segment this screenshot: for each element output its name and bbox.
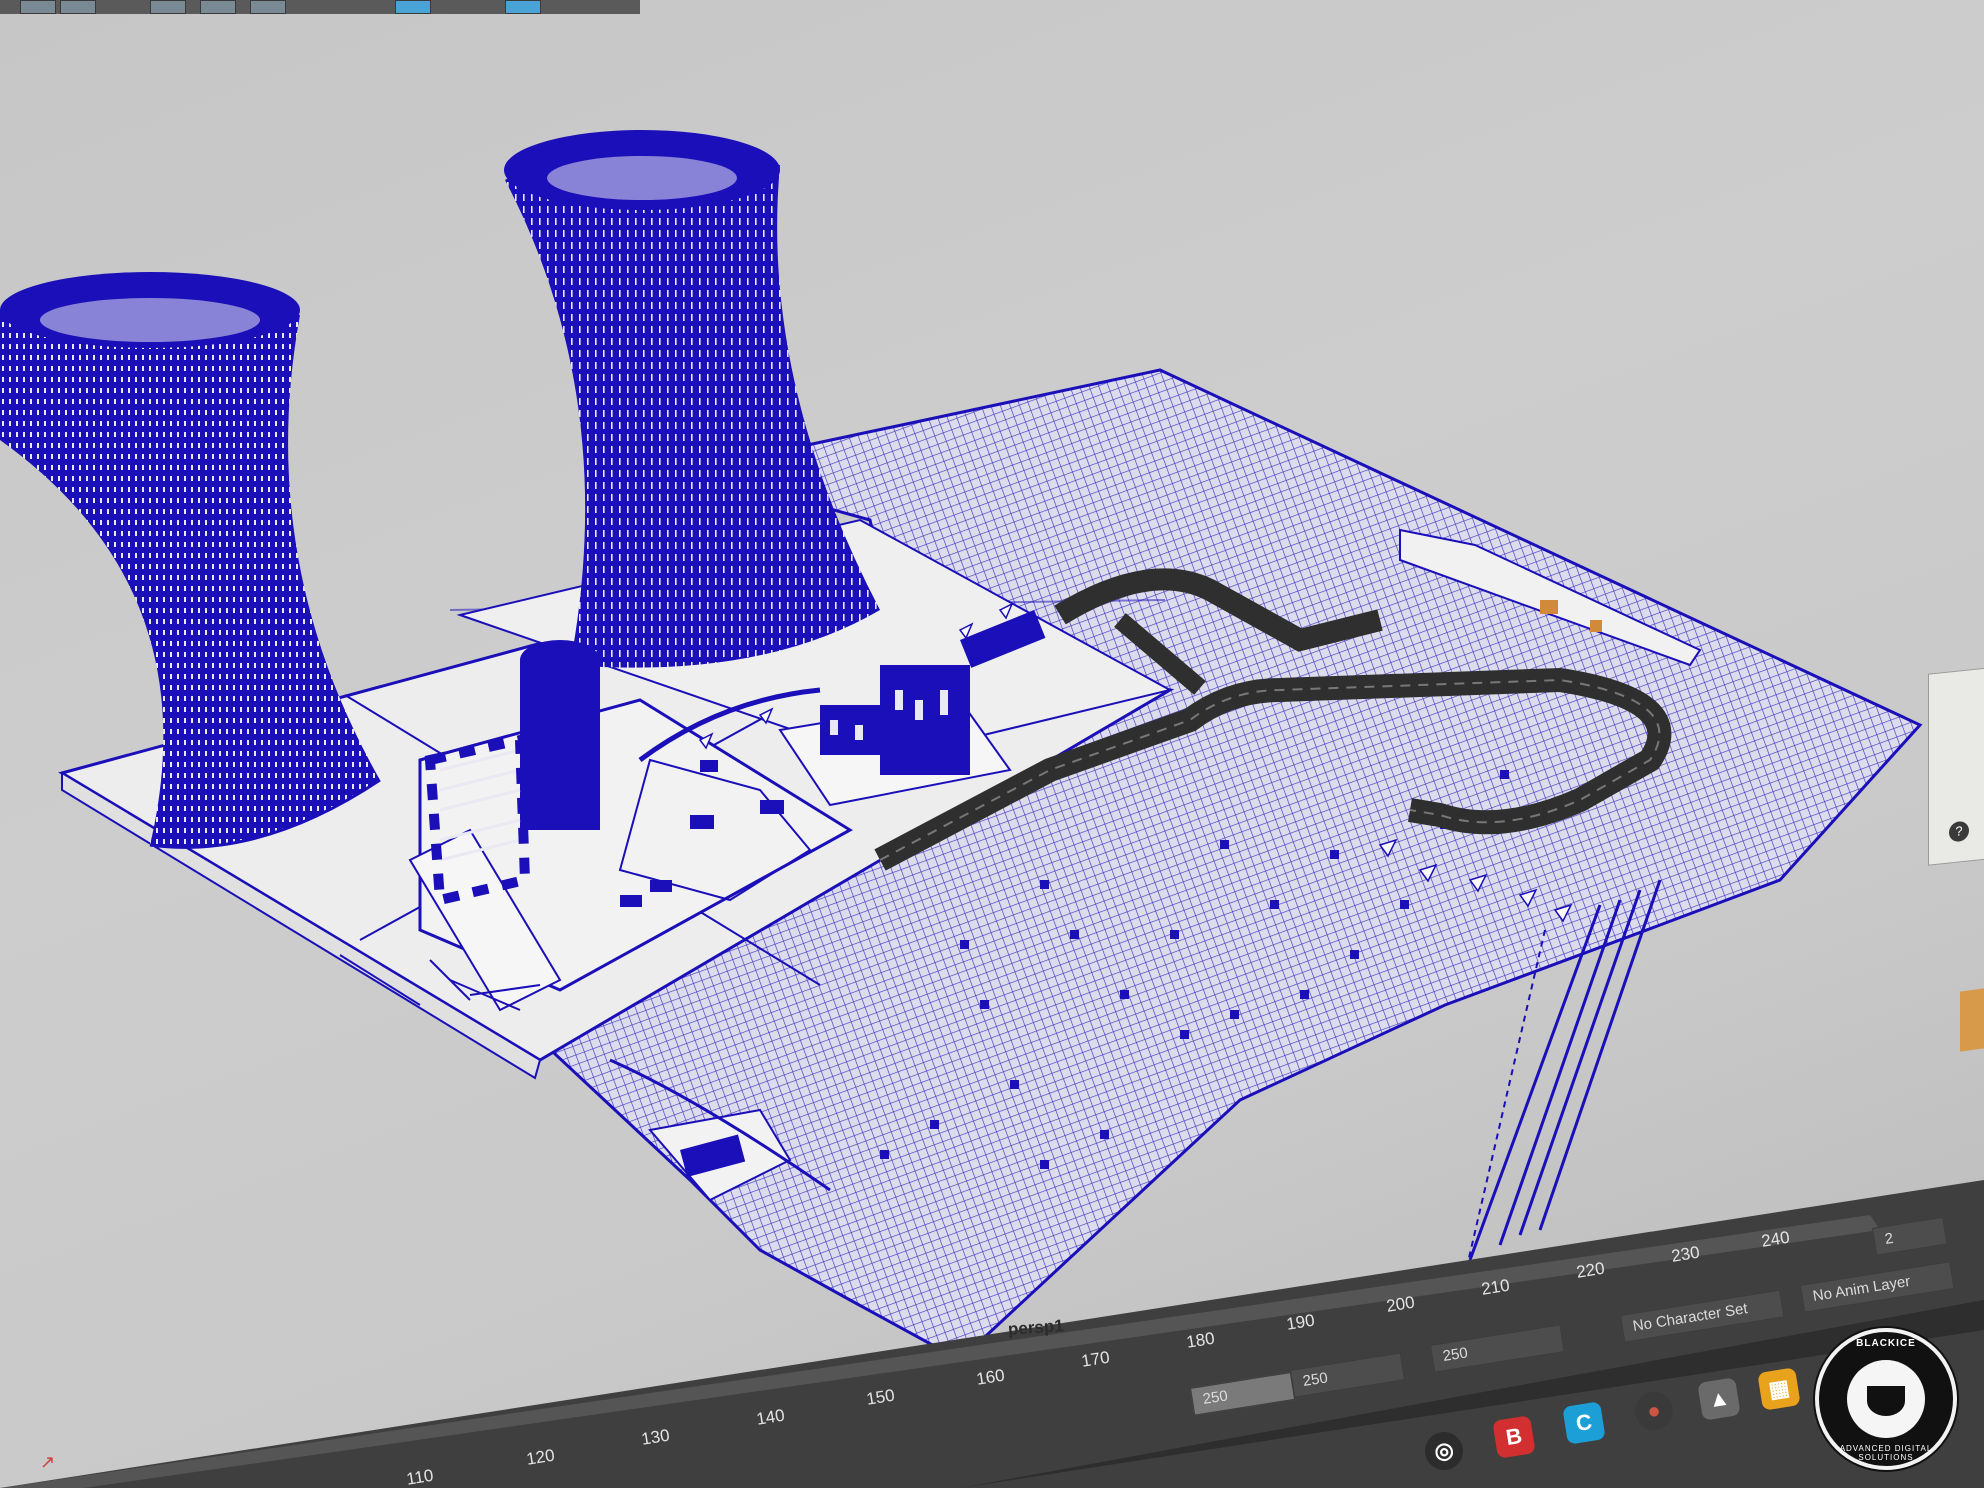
axis-gizmo-icon: ↗ (40, 1452, 56, 1472)
logo-emblem (1847, 1360, 1925, 1438)
help-icon[interactable]: ? (1949, 820, 1969, 843)
blackice-logo: BLACKICE ADVANCED DIGITAL SOLUTIONS (1815, 1328, 1957, 1470)
cooling-tower-left[interactable] (0, 272, 381, 849)
3d-wireframe-viewport[interactable] (0, 0, 1984, 1488)
side-attribute-panel (1960, 988, 1984, 1052)
maya-viewport-screenshot: R se ? persp1 ↗ 110 120 130 140 150 160 … (0, 0, 1984, 1488)
bitdefender-icon[interactable]: B (1492, 1415, 1536, 1459)
logo-brand-text: BLACKICE (1856, 1338, 1916, 1349)
side-dialog-panel[interactable]: R se ? (1928, 666, 1984, 866)
cooling-tower-right[interactable] (504, 130, 880, 668)
photos-icon[interactable]: ▲ (1697, 1377, 1741, 1421)
file-icon[interactable]: ▦ (1757, 1367, 1801, 1411)
logo-tagline-text: ADVANCED DIGITAL SOLUTIONS (1839, 1444, 1933, 1462)
ccleaner-icon[interactable]: C (1562, 1401, 1606, 1445)
camera-label: persp1 (1007, 1316, 1065, 1339)
